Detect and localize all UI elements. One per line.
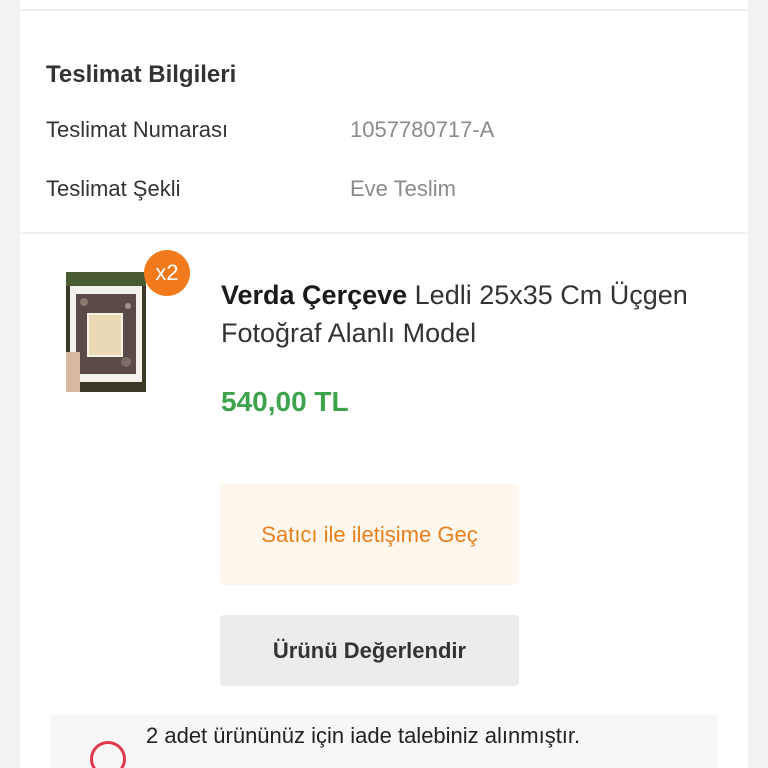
product-image[interactable]	[66, 272, 146, 392]
delivery-info-title: Teslimat Bilgileri	[46, 61, 237, 88]
product-brand: Verda Çerçeve	[221, 280, 408, 310]
photo-frame-image	[66, 272, 146, 392]
delivery-method-label: Teslimat Şekli	[46, 176, 181, 201]
return-status-icon	[90, 741, 126, 768]
product-title[interactable]: Verda Çerçeve Ledli 25x35 Cm Üçgen Fotoğ…	[221, 276, 721, 352]
product-card: x2 Verda Çerçeve Ledli 25x35 Cm Üçgen Fo…	[20, 234, 748, 768]
product-price: 540,00 TL	[221, 386, 349, 417]
review-product-button[interactable]: Ürünü Değerlendir	[220, 615, 519, 686]
quantity-badge: x2	[144, 250, 190, 296]
delivery-number-value: 1057780717-A	[350, 117, 495, 142]
contact-seller-button[interactable]: Satıcı ile iletişime Geç	[220, 484, 519, 585]
return-notice: 2 adet ürününüz için iade talebiniz alın…	[50, 715, 718, 768]
return-notice-text: 2 adet ürününüz için iade talebiniz alın…	[146, 723, 581, 748]
previous-card-edge	[20, 0, 748, 10]
delivery-method-value: Eve Teslim	[350, 176, 456, 201]
delivery-info-card: Teslimat Bilgileri Teslimat Numarası 105…	[20, 11, 748, 232]
delivery-number-label: Teslimat Numarası	[46, 117, 229, 142]
